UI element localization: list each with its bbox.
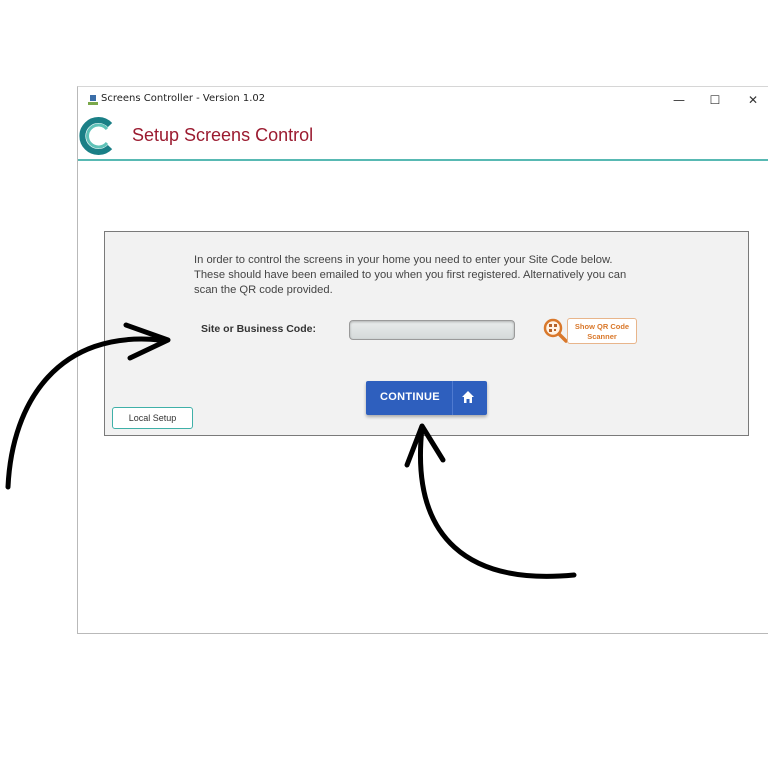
- title-bar[interactable]: Screens Controller - Version 1.02 — ☐ ✕: [78, 87, 768, 113]
- home-icon: [462, 391, 474, 403]
- app-header: Setup Screens Control: [78, 113, 768, 161]
- minimize-button[interactable]: —: [668, 91, 690, 109]
- instructions-line: scan the QR code provided.: [194, 284, 333, 296]
- app-icon: [88, 95, 98, 105]
- instructions-line: These should have been emailed to you wh…: [194, 269, 627, 281]
- site-code-input[interactable]: [349, 320, 515, 340]
- window-title: Screens Controller - Version 1.02: [101, 93, 266, 104]
- setup-panel: In order to control the screens in your …: [104, 231, 749, 436]
- page-title: Setup Screens Control: [132, 125, 314, 145]
- show-qr-scanner-button[interactable]: Show QR Code Scanner: [567, 318, 637, 344]
- continue-label: CONTINUE: [380, 391, 440, 403]
- maximize-button[interactable]: ☐: [704, 91, 726, 109]
- continue-button[interactable]: CONTINUE: [366, 381, 487, 415]
- continue-divider: [452, 381, 453, 415]
- c-logo-icon: [79, 117, 113, 155]
- instructions-line: In order to control the screens in your …: [194, 254, 613, 266]
- site-code-label: Site or Business Code:: [201, 323, 316, 335]
- qr-magnifier-icon[interactable]: [542, 317, 568, 343]
- close-button[interactable]: ✕: [742, 91, 764, 109]
- instructions-text: In order to control the screens in your …: [194, 253, 684, 298]
- app-window: Screens Controller - Version 1.02 — ☐ ✕ …: [77, 86, 768, 634]
- local-setup-button[interactable]: Local Setup: [112, 407, 193, 429]
